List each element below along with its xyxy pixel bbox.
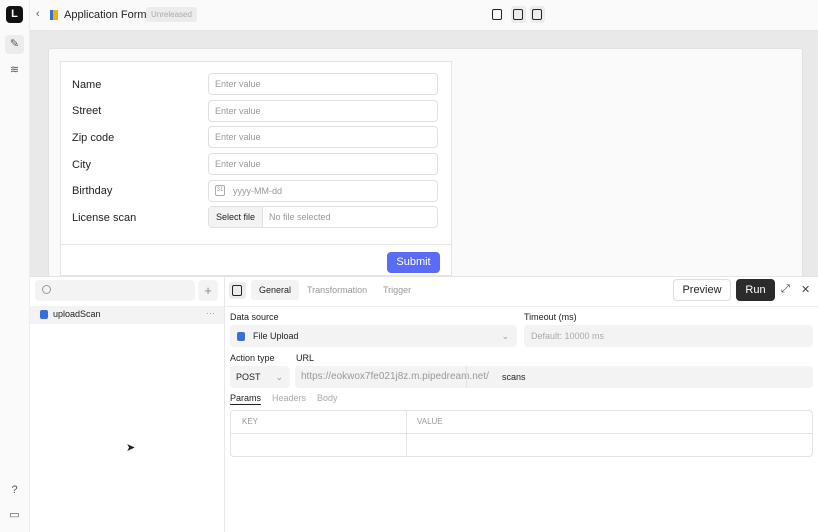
search-icon [42,285,51,294]
tab-general[interactable]: General [251,280,300,300]
database-icon[interactable]: ≋ [5,61,24,80]
layout-right-toggle[interactable] [530,6,545,23]
city-label: City [72,159,91,171]
chevron-down-icon: ⌄ [501,331,509,341]
action-type-label: Action type [230,353,275,363]
top-bar: ‹ Application Form Unreleased [30,0,818,31]
subtab-headers[interactable]: Headers [272,393,306,403]
subtab-params[interactable]: Params [230,393,262,405]
city-input[interactable]: Enter value [208,153,438,175]
file-status: No file selected [269,212,331,222]
timeout-input[interactable]: Default: 10000 ms [524,325,813,347]
value-input[interactable] [407,434,812,456]
add-query-button[interactable]: + [198,280,218,301]
file-upload-icon [237,332,245,341]
key-header: KEY [242,417,259,426]
name-input[interactable]: Enter value [208,73,438,95]
mouse-cursor: ➤ [126,442,136,454]
subtab-body[interactable]: Body [317,393,338,403]
expand-icon[interactable]: ⤢ [781,283,790,296]
query-type-icon [40,310,48,319]
help-icon[interactable]: ? [5,481,24,500]
street-label: Street [72,105,102,117]
birthday-label: Birthday [72,185,113,197]
url-path: scans [502,372,526,382]
submit-button[interactable]: Submit [387,252,440,273]
birthday-placeholder: yyyy-MM-dd [233,186,282,196]
timeout-label: Timeout (ms) [524,312,577,322]
preview-button[interactable]: Preview [673,279,731,301]
layout-bottom-toggle[interactable] [511,6,526,23]
query-search-input[interactable] [35,280,195,301]
license-label: License scan [72,212,137,224]
layout-left-icon[interactable] [492,9,502,20]
query-item[interactable]: uploadScan ··· [30,306,224,324]
value-header: VALUE [417,417,443,426]
url-input[interactable]: https://eokwox7fe021j8z.m.pipedream.net/… [295,366,813,388]
close-icon[interactable]: ✕ [801,283,810,296]
run-button[interactable]: Run [736,279,775,301]
more-icon[interactable]: ··· [206,308,215,318]
tab-trigger[interactable]: Trigger [383,283,411,298]
name-label: Name [72,79,102,91]
action-type-select[interactable]: POST ⌄ [230,366,290,388]
left-rail: L ✎ ≋ ? ▭ [0,0,30,532]
url-base: https://eokwox7fe021j8z.m.pipedream.net/ [301,371,489,382]
data-source-label: Data source [230,312,279,322]
tab-transformation[interactable]: Transformation [307,283,367,298]
app-title[interactable]: Application Form [64,9,147,21]
action-type-value: POST [236,372,261,382]
query-name: uploadScan [53,309,101,319]
docs-icon[interactable]: ▭ [5,506,24,525]
toggle-sidebar-button[interactable] [229,282,246,299]
params-table: KEY VALUE [230,410,813,457]
data-source-select[interactable]: File Upload ⌄ [230,325,517,347]
calendar-icon: 31 [215,185,225,196]
birthday-input[interactable]: 31 yyyy-MM-dd [208,180,438,202]
key-input[interactable] [231,434,406,456]
data-source-value: File Upload [253,331,299,341]
edit-icon[interactable]: ✎ [5,35,24,54]
zip-input[interactable]: Enter value [208,126,438,148]
app-logo[interactable]: L [6,6,23,23]
license-file-input[interactable]: Select file No file selected [208,206,438,228]
back-icon[interactable]: ‹ [36,8,40,20]
app-icon [50,10,58,20]
zip-label: Zip code [72,132,115,144]
url-label: URL [296,353,315,363]
chevron-down-icon: ⌄ [275,372,283,382]
select-file-button[interactable]: Select file [209,207,263,227]
status-badge: Unreleased [146,7,197,22]
street-input[interactable]: Enter value [208,100,438,122]
